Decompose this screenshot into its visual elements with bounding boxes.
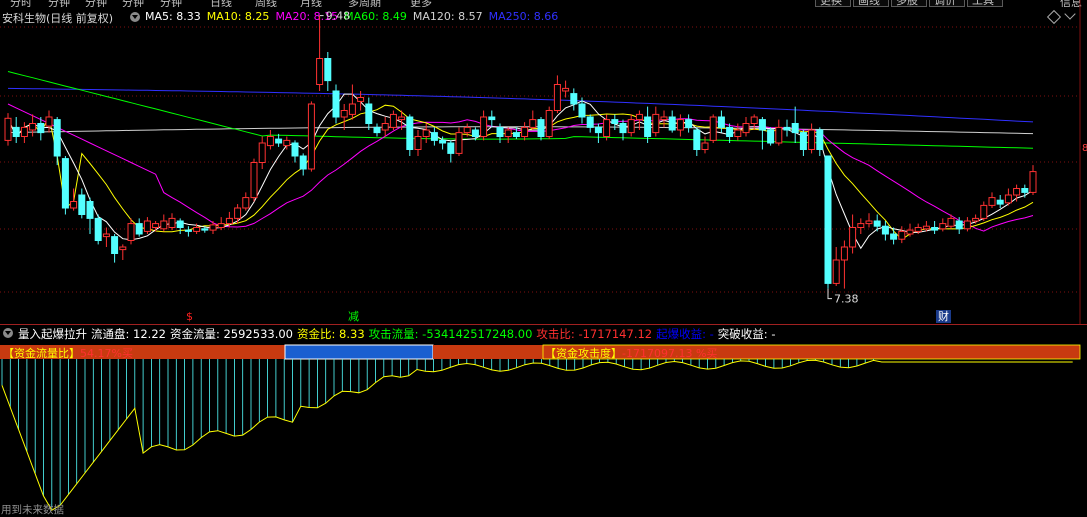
attack-degree-label: 【资金攻击度】-1717097.13 %买 [545,345,717,361]
indicator-chart[interactable] [0,0,1087,517]
attack-degree-value: -1717097.13 %买 [622,347,718,360]
fund-flow-bar-blue [284,344,434,360]
attack-degree-title: 【资金攻击度】 [545,347,622,360]
fund-flow-ratio-value: 54.17%买 [80,347,133,360]
fund-flow-curve [1,359,1073,511]
future-data-notice: 用到未来数据 [1,504,64,516]
fund-flow-ratio-title: 【资金流量比】 [3,347,80,360]
fund-flow-bar-red-2 [433,345,543,359]
fund-flow-ratio-label: 【资金流量比】54.17%买 [3,345,133,361]
